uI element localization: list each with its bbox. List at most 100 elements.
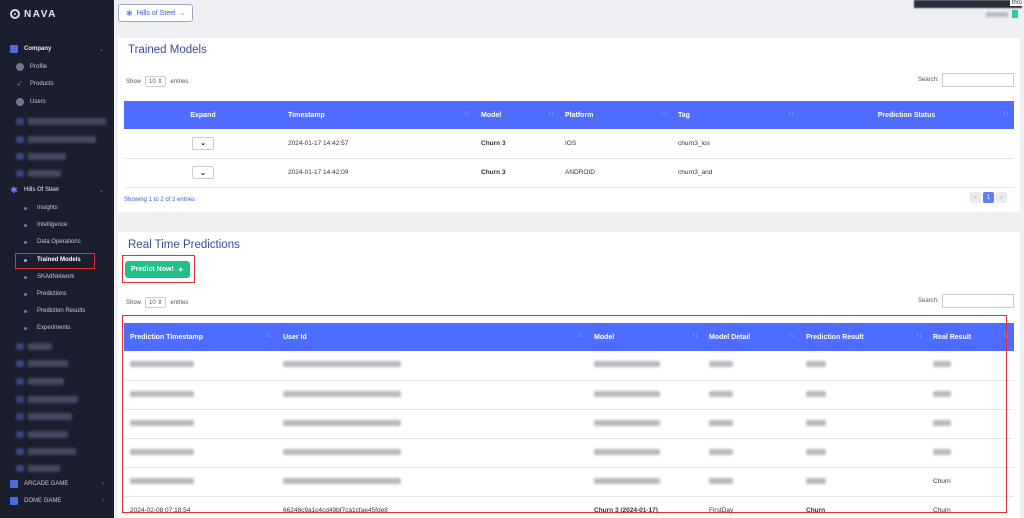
game-icon xyxy=(10,497,18,505)
sidebar-item-products[interactable]: ➶ Products xyxy=(0,76,114,92)
chevron-down-icon: ⌄ xyxy=(200,140,206,148)
blurred-sidebar-item[interactable] xyxy=(16,413,72,420)
blurred-sidebar-item[interactable] xyxy=(16,360,68,367)
sidebar-item-insights[interactable]: Insights xyxy=(0,200,114,216)
sort-icon[interactable]: ↑↓ xyxy=(692,333,698,339)
blurred-sidebar-item[interactable] xyxy=(16,431,68,438)
column-header-prediction-timestamp[interactable]: Prediction Timestamp ↑↓ xyxy=(124,323,277,351)
blurred-cell xyxy=(800,438,927,468)
entries-select[interactable]: 10 ⇕ xyxy=(145,76,167,87)
sidebar-item-dome-game[interactable]: DOME GAME › xyxy=(0,493,114,509)
blurred-sidebar-item[interactable] xyxy=(16,343,52,350)
sort-icon[interactable]: ↑↓ xyxy=(661,111,667,117)
blurred-sidebar-item[interactable] xyxy=(16,170,61,177)
blurred-sidebar-item[interactable] xyxy=(16,153,66,160)
blurred-cell xyxy=(277,438,588,468)
sort-icon[interactable]: ↑↓ xyxy=(1003,111,1009,117)
blurred-sidebar-item[interactable] xyxy=(16,378,64,385)
sort-icon[interactable]: ↑↓ xyxy=(789,333,795,339)
bullet-icon xyxy=(24,292,27,296)
pagination: ‹ 1 › xyxy=(970,192,1007,203)
logo[interactable]: NAVA xyxy=(10,8,57,20)
sidebar-item-label: Data Operations xyxy=(37,239,81,245)
table-row xyxy=(124,409,1014,439)
column-header-user-id[interactable]: User Id ↑↓ xyxy=(277,323,588,351)
expand-cell: ⌄ xyxy=(124,158,282,188)
column-header-model[interactable]: Model ↑↓ xyxy=(588,323,703,351)
show-label: Show xyxy=(126,78,142,85)
chevron-right-icon: › xyxy=(102,481,104,487)
blurred-user-info[interactable] xyxy=(986,12,1008,17)
sort-icon[interactable]: ↑↓ xyxy=(266,333,272,339)
game-selector-label: Hills of Steel xyxy=(136,9,176,17)
sidebar-item-profile[interactable]: Profile xyxy=(0,59,114,75)
expand-button[interactable]: ⌄ xyxy=(192,166,214,179)
real-result-cell: Churn xyxy=(927,496,1014,518)
entries-label: entries xyxy=(170,299,189,306)
column-label: Model xyxy=(481,111,502,119)
timestamp-cell: 2024-01-17 14:42:09 xyxy=(282,158,475,188)
column-header-model-detail[interactable]: Model Detail ↑↓ xyxy=(703,323,800,351)
blurred-cell xyxy=(588,380,703,410)
sort-icon[interactable]: ↑↓ xyxy=(916,333,922,339)
sort-icon[interactable]: ↑↓ xyxy=(464,111,470,117)
table-row xyxy=(124,438,1014,468)
column-header-tag[interactable]: Tag ↑↓ xyxy=(672,101,799,129)
blurred-sidebar-item[interactable] xyxy=(16,448,76,455)
column-header-real-result[interactable]: Real Result ↑↓ xyxy=(927,323,1014,351)
game-selector[interactable]: ✱ Hills of Steel ⌄ xyxy=(118,4,194,22)
blurred-sidebar-item[interactable] xyxy=(16,118,106,125)
search-input[interactable] xyxy=(942,294,1014,308)
sort-icon[interactable]: ↑↓ xyxy=(577,333,583,339)
sidebar-item-predictions[interactable]: Predictions xyxy=(0,286,114,302)
pagination-next[interactable]: › xyxy=(996,192,1007,203)
pagination-page[interactable]: 1 xyxy=(983,192,994,203)
chevron-down-icon: ⌄ xyxy=(179,10,186,17)
blurred-cell xyxy=(800,467,927,497)
column-header-prediction-result[interactable]: Prediction Result ↑↓ xyxy=(800,323,927,351)
pagination-prev[interactable]: ‹ xyxy=(970,192,981,203)
blurred-cell xyxy=(588,438,703,468)
topbar: ✱ Hills of Steel ⌄ thro xyxy=(114,0,1024,30)
sort-icon[interactable]: ↑↓ xyxy=(1003,333,1009,339)
predictions-card: Real Time Predictions Predict Now! ✦ Sho… xyxy=(118,232,1020,518)
search-input[interactable] xyxy=(942,73,1014,87)
blurred-sidebar-item[interactable] xyxy=(16,136,96,143)
column-header-model[interactable]: Model ↑↓ xyxy=(475,101,559,129)
blurred-sidebar-item[interactable] xyxy=(16,396,78,403)
sidebar-item-experiments[interactable]: Experiments xyxy=(0,320,114,336)
column-header-platform[interactable]: Platform ↑↓ xyxy=(559,101,672,129)
sidebar-item-label: Predictions xyxy=(37,291,67,297)
column-header-expand[interactable]: Expand xyxy=(124,101,282,129)
sort-icon[interactable]: ↑↓ xyxy=(548,111,554,117)
sidebar-item-skadnetwork[interactable]: SKAdNetwork xyxy=(0,269,114,285)
blurred-cell xyxy=(124,380,277,410)
sidebar-item-intelligence[interactable]: Intelligence xyxy=(0,217,114,233)
table-row: ⌄ 2024-01-17 14:42:57 Churn 3 IOS churn3… xyxy=(124,129,1014,159)
blurred-cell xyxy=(800,351,927,381)
prediction-timestamp-cell: 2024-02-08 07:18:54 xyxy=(124,496,277,518)
blurred-cell xyxy=(800,380,927,410)
show-label: Show xyxy=(126,299,142,306)
sidebar-item-prediction-results[interactable]: Prediction Results xyxy=(0,303,114,319)
sidebar-item-hills-of-steel[interactable]: ✱ Hills Of Steel ⌄ xyxy=(0,182,114,198)
sidebar-item-users[interactable]: Users xyxy=(0,94,114,110)
sidebar-item-arcade-game[interactable]: ARCADE GAME › xyxy=(0,476,114,492)
predict-now-button[interactable]: Predict Now! ✦ xyxy=(125,261,190,278)
sort-icon[interactable]: ↑↓ xyxy=(788,111,794,117)
blurred-cell xyxy=(277,380,588,410)
entries-value: 10 xyxy=(149,300,156,306)
sidebar-item-data-operations[interactable]: Data Operations xyxy=(0,234,114,250)
entries-length-control: Show 10 ⇕ entries xyxy=(126,76,188,87)
user-icon xyxy=(16,63,24,71)
column-label: Real Result xyxy=(933,333,972,341)
column-header-prediction-status[interactable]: Prediction Status ↑↓ xyxy=(799,101,1014,129)
column-header-timestamp[interactable]: Timestamp ↑↓ xyxy=(282,101,475,129)
blurred-cell xyxy=(927,438,1014,468)
blurred-cell xyxy=(927,351,1014,381)
expand-button[interactable]: ⌄ xyxy=(192,136,214,150)
sidebar-item-company[interactable]: Company ⌄ xyxy=(0,41,114,57)
blurred-sidebar-item[interactable] xyxy=(16,465,60,472)
corner-text: thro xyxy=(1009,0,1024,6)
entries-select[interactable]: 10 ⇕ xyxy=(145,297,167,308)
